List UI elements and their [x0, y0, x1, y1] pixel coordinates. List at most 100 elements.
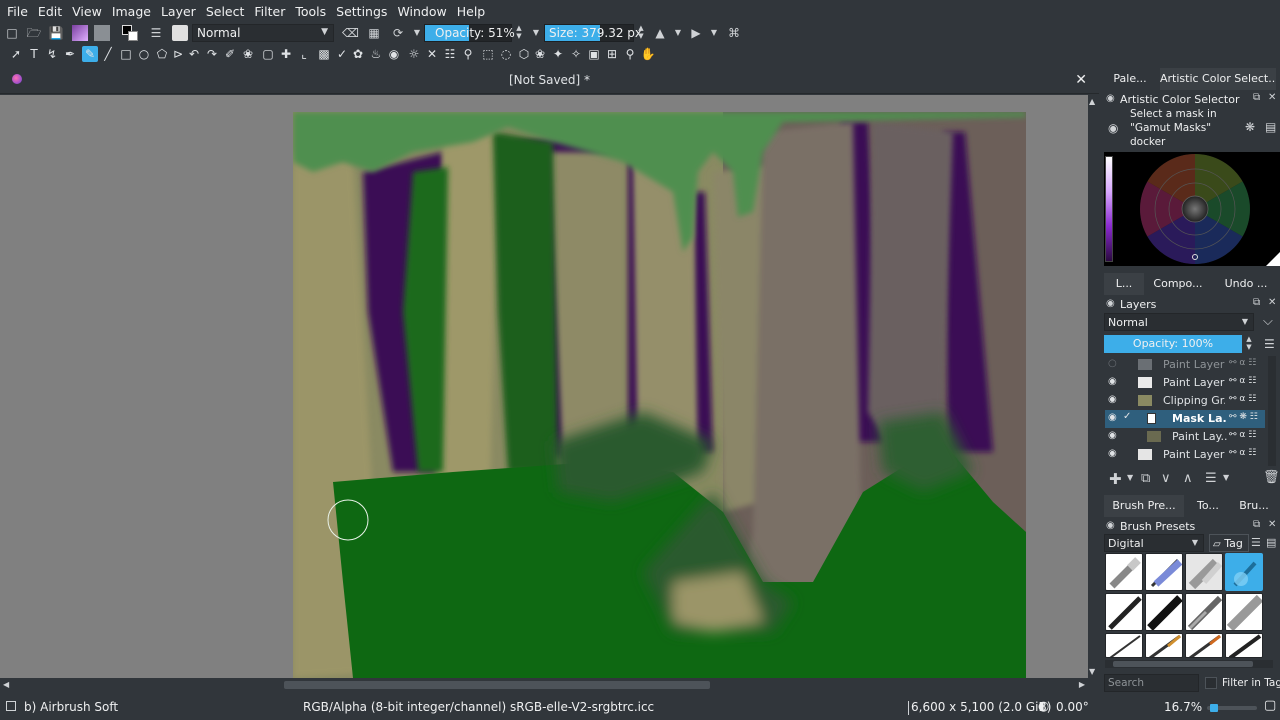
- layer-properties-icon[interactable]: ☰: [1205, 471, 1217, 486]
- options-icon[interactable]: ▤: [1265, 120, 1276, 134]
- layers-scrollbar[interactable]: [1268, 356, 1276, 466]
- pan-tool-icon[interactable]: ✋: [640, 46, 656, 62]
- mirror-horizontal-icon[interactable]: ▲: [652, 25, 668, 41]
- zoom-slider-handle[interactable]: [1210, 704, 1218, 712]
- color-picker-icon[interactable]: ✓: [334, 46, 350, 62]
- duplicate-layer-icon[interactable]: ⧉: [1141, 471, 1150, 486]
- edit-shapes-icon[interactable]: ↯: [44, 46, 60, 62]
- text-tool-icon[interactable]: T: [26, 46, 42, 62]
- float-icon[interactable]: ⧉: [1253, 297, 1260, 308]
- tab-artistic-color-selector[interactable]: Artistic Color Select...: [1160, 68, 1276, 90]
- new-document-icon[interactable]: □: [4, 25, 20, 41]
- delete-layer-icon[interactable]: 🗑: [1263, 470, 1280, 485]
- ellipse-select-icon[interactable]: ◌: [498, 46, 514, 62]
- brush-preset-ink[interactable]: [1105, 593, 1143, 631]
- document-tab[interactable]: [Not Saved] * ✕: [0, 66, 1099, 94]
- brush-preset-airbrush-selected[interactable]: [1225, 553, 1263, 591]
- horizontal-scroll-thumb[interactable]: [284, 681, 710, 689]
- list-view-icon[interactable]: ☰: [1251, 536, 1261, 549]
- tab-compositions[interactable]: Compo...: [1150, 273, 1206, 295]
- select-shapes-icon[interactable]: ➚: [8, 46, 24, 62]
- size-slider[interactable]: Size: 379.32 px: [544, 24, 642, 42]
- dynamic-brush-icon[interactable]: ✐: [222, 46, 238, 62]
- close-icon[interactable]: ✕: [1268, 92, 1276, 103]
- brush-presets-scroll-thumb[interactable]: [1113, 661, 1253, 667]
- filter-icon[interactable]: ⌵: [1263, 314, 1273, 329]
- menu-edit[interactable]: Edit: [33, 4, 67, 19]
- color-wheel[interactable]: [1104, 152, 1280, 266]
- smart-patch-icon[interactable]: ✿: [350, 46, 366, 62]
- layer-flags-icon[interactable]: ⚯ α ☷: [1229, 394, 1256, 404]
- menu-view[interactable]: View: [67, 4, 107, 19]
- tab-palette[interactable]: Pale...: [1104, 68, 1156, 90]
- float-icon[interactable]: ⧉: [1253, 92, 1260, 103]
- save-icon[interactable]: 💾: [48, 25, 64, 41]
- rectangle-tool-icon[interactable]: □: [118, 46, 134, 62]
- opacity-spinner[interactable]: ▲ ▼: [513, 24, 525, 42]
- painting-canvas[interactable]: [293, 112, 1026, 678]
- similar-select-icon[interactable]: ✧: [568, 46, 584, 62]
- scroll-left-icon[interactable]: ◀: [3, 680, 9, 689]
- brush-presets-scrollbar[interactable]: [1105, 660, 1273, 668]
- eye-icon[interactable]: ◉: [1108, 394, 1117, 405]
- size-spinner[interactable]: ▲ ▼: [635, 24, 647, 42]
- gradient-swatch-icon[interactable]: [72, 25, 88, 41]
- menu-file[interactable]: File: [2, 4, 33, 19]
- brush-settings-icon[interactable]: ☰: [148, 25, 164, 41]
- gradient-tool-icon[interactable]: ▩: [316, 46, 332, 62]
- contiguous-select-icon[interactable]: ✦: [550, 46, 566, 62]
- layer-row[interactable]: ◉ Paint Lay... ⚯ α ☷: [1105, 428, 1265, 446]
- menu-settings[interactable]: Settings: [331, 4, 392, 19]
- polyline-tool-icon[interactable]: ⊳: [170, 46, 186, 62]
- tab-undo[interactable]: Undo ...: [1218, 273, 1274, 295]
- canvas-only-icon[interactable]: ▢: [1264, 698, 1276, 713]
- bezier-select-icon[interactable]: ▣: [586, 46, 602, 62]
- pan-pin-icon[interactable]: ⚲: [460, 46, 476, 62]
- move-layer-down-icon[interactable]: ∨: [1161, 471, 1171, 486]
- filter-in-tag-checkbox[interactable]: [1205, 677, 1217, 689]
- eye-hidden-icon[interactable]: ○: [1108, 358, 1117, 369]
- polygon-select-icon[interactable]: ⬡: [516, 46, 532, 62]
- layer-row[interactable]: ◉ Clipping Gr... ⚯ α ☷: [1105, 392, 1265, 410]
- opacity-slider[interactable]: Opacity: 51%: [424, 24, 515, 42]
- menu-layer[interactable]: Layer: [156, 4, 201, 19]
- scroll-right-icon[interactable]: ▶: [1079, 680, 1085, 689]
- eye-icon[interactable]: ◉: [1108, 376, 1117, 387]
- vertical-scrollbar[interactable]: ▲ ▼: [1088, 95, 1099, 678]
- brush-preset-icon[interactable]: [172, 25, 188, 41]
- layer-row-selected[interactable]: ◉ ✓ Mask La... ⚯ ❋ ☷: [1105, 410, 1265, 428]
- layer-opacity-spinner[interactable]: ▲ ▼: [1243, 335, 1255, 353]
- close-icon[interactable]: ✕: [1075, 72, 1087, 88]
- wheel-settings-icon[interactable]: ❋: [1245, 120, 1255, 134]
- crop-tool-icon[interactable]: ⌞: [296, 46, 312, 62]
- ellipse-tool-icon[interactable]: ○: [136, 46, 152, 62]
- tab-layers[interactable]: L...: [1104, 273, 1144, 295]
- multibrush-icon[interactable]: ❀: [240, 46, 256, 62]
- dock-collapse-icon[interactable]: ◉: [1106, 520, 1115, 531]
- brush-preset-soft-pencil[interactable]: [1185, 593, 1223, 631]
- chevron-down-icon[interactable]: ▼: [409, 25, 425, 41]
- brush-preset-smudge[interactable]: [1225, 593, 1263, 631]
- dock-collapse-icon[interactable]: ◉: [1106, 93, 1115, 104]
- status-rotation[interactable]: 0.00°: [1056, 700, 1089, 714]
- color-selector-panel[interactable]: [1104, 152, 1280, 266]
- layer-row[interactable]: ○ Paint Layer ... ⚯ α ☷: [1105, 356, 1265, 374]
- freehand-path-icon[interactable]: ↷: [204, 46, 220, 62]
- menu-select[interactable]: Select: [201, 4, 250, 19]
- gamut-mask-toggle-icon[interactable]: ◉: [1108, 121, 1118, 135]
- menu-filter[interactable]: Filter: [249, 4, 290, 19]
- eye-icon[interactable]: ◉: [1108, 412, 1117, 423]
- close-icon[interactable]: ✕: [1268, 519, 1276, 530]
- checkmark-icon[interactable]: ✓: [1123, 411, 1131, 422]
- add-layer-icon[interactable]: ✚: [1109, 470, 1122, 488]
- chevron-down-icon[interactable]: ▼: [706, 25, 722, 41]
- chevron-down-icon[interactable]: ▼: [670, 25, 686, 41]
- polygon-tool-icon[interactable]: ⬠: [154, 46, 170, 62]
- layer-row[interactable]: ◉ Paint Layer ... ⚯ α ☷: [1105, 446, 1265, 464]
- brush-preset-fine-liner[interactable]: [1105, 633, 1143, 658]
- measure-tool-icon[interactable]: ✕: [424, 46, 440, 62]
- resize-handle-icon[interactable]: [1266, 252, 1280, 266]
- mirror-vertical-icon[interactable]: ▶: [688, 25, 704, 41]
- canvas-area[interactable]: [0, 95, 1088, 678]
- brush-search-input[interactable]: Search: [1104, 674, 1199, 692]
